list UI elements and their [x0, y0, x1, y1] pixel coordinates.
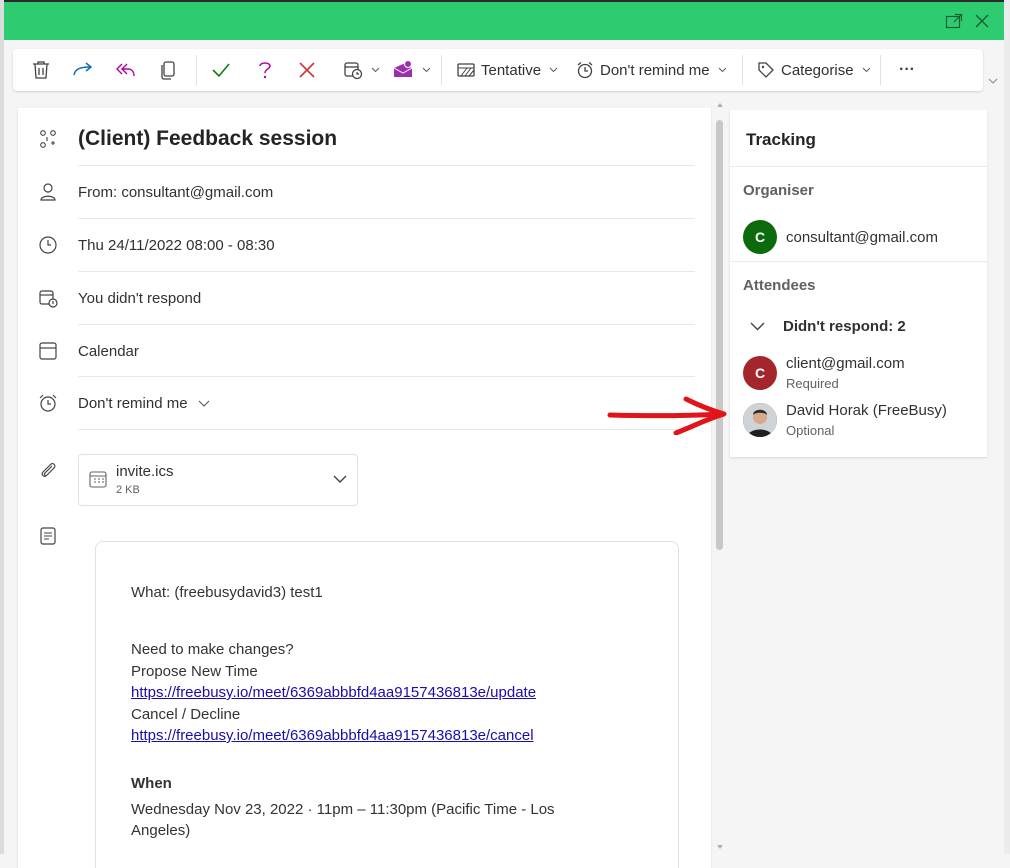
more-options-button[interactable]: ···: [895, 58, 919, 82]
categorise-label: Categorise: [781, 61, 854, 79]
annotation-arrow-icon: [607, 396, 727, 435]
event-subject: (Client) Feedback session: [78, 127, 338, 150]
chevron-down-icon: [549, 67, 558, 73]
toolbar-separator: [880, 55, 881, 85]
attendee-role: Required: [786, 376, 839, 391]
tentative-status-icon: [457, 63, 475, 77]
scroll-thumb[interactable]: [716, 120, 723, 550]
chevron-down-icon[interactable]: [333, 475, 347, 484]
tracking-panel: Tracking Organiser C consultant@gmail.co…: [730, 110, 987, 457]
attachment-card[interactable]: invite.ics 2 KB: [78, 454, 358, 506]
toolbar-separator: [742, 55, 743, 85]
organiser-heading: Organiser: [743, 182, 814, 199]
row-divider: [78, 324, 695, 325]
toolbar-separator: [196, 55, 197, 85]
toolbar-separator: [441, 55, 442, 85]
background-app-edge-right: [1004, 0, 1010, 854]
body-what: What: (freebusydavid3) test1: [131, 584, 323, 601]
attendee-role: Optional: [786, 423, 835, 438]
copy-icon[interactable]: [156, 58, 180, 82]
organiser-email[interactable]: consultant@gmail.com: [786, 229, 938, 246]
people-meeting-icon: [38, 129, 58, 149]
didnt-respond-label: Didn't respond: 2: [783, 318, 906, 335]
delete-icon[interactable]: [29, 58, 53, 82]
event-datetime: Thu 24/11/2022 08:00 - 08:30: [78, 237, 275, 254]
avatar: [743, 403, 777, 437]
accept-icon[interactable]: [209, 58, 233, 82]
chevron-down-icon: [988, 78, 998, 84]
reminder-label: Don't remind me: [600, 61, 710, 79]
reminder-dropdown[interactable]: Don't remind me: [576, 58, 727, 82]
tag-icon: [758, 62, 774, 78]
row-divider: [78, 271, 695, 272]
scrollbar[interactable]: [716, 102, 724, 854]
tentative-icon[interactable]: [253, 58, 277, 82]
toolbar: Tentative Don't remind me Categorise ···: [13, 49, 983, 91]
event-window: Tentative Don't remind me Categorise ···…: [4, 40, 1004, 868]
chevron-down-icon: [718, 67, 726, 73]
calendar-name: Calendar: [78, 343, 139, 360]
teams-meeting-icon[interactable]: [391, 58, 431, 82]
reminder-value: Don't remind me: [78, 395, 188, 412]
panel-divider: [730, 166, 987, 167]
clock-icon: [38, 235, 58, 255]
row-divider: [78, 376, 695, 377]
attachment-size: 2 KB: [116, 484, 140, 496]
profile-photo-icon: [743, 403, 777, 437]
chevron-down-icon: [422, 67, 430, 73]
attendees-heading: Attendees: [743, 277, 816, 294]
paperclip-icon: [38, 460, 58, 480]
calendar-clock-icon[interactable]: [341, 58, 381, 82]
notes-icon: [38, 526, 58, 546]
close-icon[interactable]: [972, 11, 992, 31]
cancel-link[interactable]: https://freebusy.io/meet/6369abbbfd4aa91…: [131, 727, 534, 744]
body-need-changes: Need to make changes?: [131, 641, 294, 658]
body-when-line1: Wednesday Nov 23, 2022 · 11pm – 11:30pm …: [131, 801, 555, 818]
body-propose: Propose New Time: [131, 663, 258, 680]
chevron-down-icon: [198, 400, 210, 407]
tentative-label: Tentative: [481, 61, 542, 79]
scroll-down-icon[interactable]: [716, 844, 724, 850]
chevron-down-icon: [862, 67, 870, 73]
row-divider: [78, 429, 695, 430]
forward-icon[interactable]: [71, 58, 95, 82]
attendee-name[interactable]: David Horak (FreeBusy): [786, 402, 947, 419]
calendar-info-icon: [38, 288, 58, 308]
event-details-panel: (Client) Feedback session From: consulta…: [18, 108, 711, 868]
didnt-respond-toggle[interactable]: Didn't respond: 2: [750, 318, 906, 335]
alarm-clock-icon: [38, 393, 58, 413]
popout-icon[interactable]: [944, 11, 964, 31]
chevron-down-icon: [750, 322, 765, 331]
chevron-down-icon: [371, 67, 379, 73]
event-from: From: consultant@gmail.com: [78, 184, 274, 201]
propose-time-link[interactable]: https://freebusy.io/meet/6369abbbfd4aa91…: [131, 684, 536, 701]
categorise-dropdown[interactable]: Categorise: [757, 58, 871, 82]
reminder-dropdown-field[interactable]: Don't remind me: [78, 395, 210, 412]
response-status: You didn't respond: [78, 290, 202, 307]
decline-icon[interactable]: [295, 58, 319, 82]
row-divider: [78, 165, 695, 166]
attendee-name[interactable]: client@gmail.com: [786, 355, 905, 372]
panel-divider: [730, 261, 987, 262]
avatar: C: [743, 220, 777, 254]
tentative-dropdown[interactable]: Tentative: [457, 58, 558, 82]
body-cancel: Cancel / Decline: [131, 706, 241, 723]
attachment-name: invite.ics: [116, 463, 174, 480]
window-titlebar: [4, 2, 1004, 40]
row-divider: [78, 218, 695, 219]
calendar-icon: [38, 341, 58, 361]
tracking-title: Tracking: [746, 130, 816, 149]
scroll-up-icon[interactable]: [716, 102, 724, 108]
alarm-clock-icon: [577, 62, 593, 79]
reply-all-icon[interactable]: [113, 58, 137, 82]
body-when-line2: Angeles): [131, 822, 191, 839]
event-body: What: (freebusydavid3) test1 Need to mak…: [95, 541, 679, 868]
body-when-heading: When: [131, 775, 172, 792]
avatar: C: [743, 356, 777, 390]
calendar-file-icon: [89, 471, 107, 488]
person-icon: [38, 182, 58, 202]
